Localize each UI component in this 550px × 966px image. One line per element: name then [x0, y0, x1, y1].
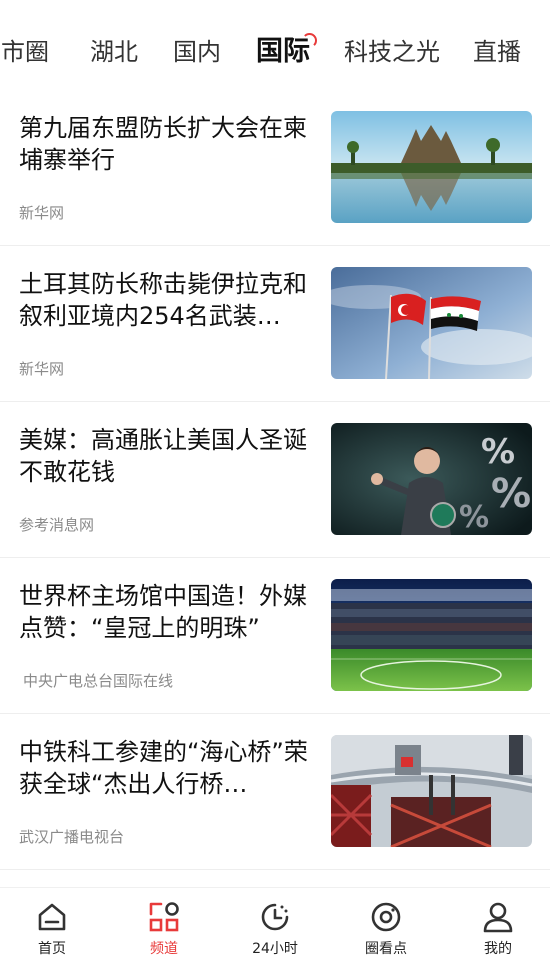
clock-icon [261, 903, 289, 931]
news-item[interactable]: 土耳其防长称击毙伊拉克和叙利亚境内254名武装… 新华网 [0, 246, 550, 402]
tab-live[interactable]: 直播 [473, 32, 521, 72]
nav-label: 圈看点 [365, 941, 407, 957]
svg-text:%: % [491, 471, 531, 517]
nav-24h[interactable]: 24小时 [235, 898, 315, 962]
news-title: 土耳其防长称击毙伊拉克和叙利亚境内254名武装… [19, 270, 307, 330]
svg-text:%: % [481, 432, 515, 472]
news-item[interactable]: 美媒：高通胀让美国人圣诞不敢花钱 参考消息网 % % % [0, 402, 550, 558]
news-item[interactable]: 世界杯主场馆中国造！外媒点赞：“皇冠上的明珠” 中央广电总台国际在线 [0, 558, 550, 714]
nav-label: 我的 [484, 941, 512, 957]
nav-channel[interactable]: 频道 [124, 898, 204, 962]
svg-text:%: % [459, 500, 489, 535]
bottom-navigation: 首页 频道 24小时 圈看点 我的 [0, 887, 550, 966]
user-icon [483, 902, 513, 933]
tab-hubei[interactable]: 湖北 [90, 32, 138, 72]
news-item[interactable]: 第九届东盟防长扩大会在柬埔寨举行 新华网 [0, 90, 550, 246]
news-thumbnail-stadium [331, 579, 532, 691]
channel-tab-bar: 郡市圈 湖北 国内 国际 科技之光 直播 [0, 0, 550, 100]
tab-domestic[interactable]: 国内 [173, 32, 221, 72]
news-source: 参考消息网 [19, 516, 95, 534]
news-item[interactable]: 中铁科工参建的“海心桥”荣获全球“杰出人行桥… 武汉广播电视台 [0, 714, 550, 870]
news-title: 中铁科工参建的“海心桥”荣获全球“杰出人行桥… [19, 738, 308, 798]
news-title: 美媒：高通胀让美国人圣诞不敢花钱 [19, 426, 307, 486]
news-thumbnail-temple [331, 111, 532, 223]
nav-label: 24小时 [252, 941, 298, 957]
camera-circle-icon [371, 902, 401, 932]
news-source: 新华网 [19, 204, 65, 222]
nav-circle-highlights[interactable]: 圈看点 [346, 898, 426, 962]
news-source: 武汉广播电视台 [19, 828, 125, 846]
nav-label: 首页 [38, 941, 66, 957]
tab-tech-light[interactable]: 科技之光 [344, 32, 440, 72]
news-source: 中央广电总台国际在线 [23, 672, 174, 690]
news-title: 第九届东盟防长扩大会在柬埔寨举行 [19, 114, 307, 174]
news-thumbnail-businesswoman: % % % [331, 423, 532, 535]
news-thumbnail-flags [331, 267, 532, 379]
nav-profile[interactable]: 我的 [458, 898, 538, 962]
news-source: 新华网 [19, 360, 65, 378]
channel-grid-icon [149, 902, 179, 932]
nav-home[interactable]: 首页 [12, 898, 92, 962]
tab-city-circle[interactable]: 郡市圈 [0, 32, 69, 72]
home-icon [38, 903, 66, 931]
news-title: 世界杯主场馆中国造！外媒点赞：“皇冠上的明珠” [19, 582, 307, 642]
nav-label: 频道 [150, 941, 178, 957]
refresh-indicator-icon [302, 33, 317, 48]
news-thumbnail-bridge [331, 735, 532, 847]
